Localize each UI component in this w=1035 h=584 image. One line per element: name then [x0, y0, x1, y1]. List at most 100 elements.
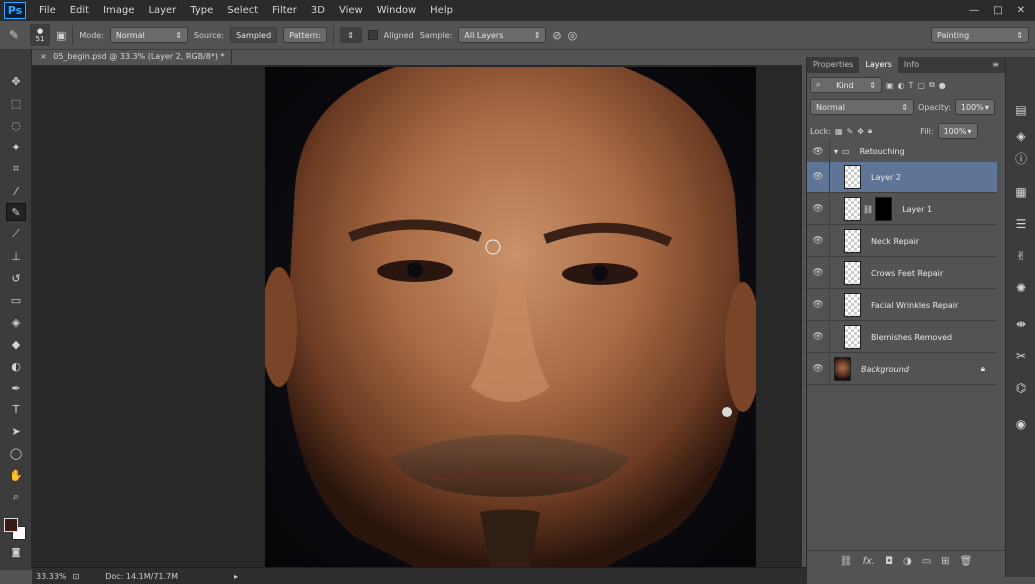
brush-tool-icon[interactable]: ⟋: [6, 225, 26, 243]
lasso-tool-icon[interactable]: ◌: [6, 116, 26, 134]
zoom-level[interactable]: 33.33%: [36, 572, 67, 581]
blur-tool-icon[interactable]: ◆: [6, 335, 26, 353]
link-icon[interactable]: ⛓: [863, 205, 873, 214]
filter-adjustment-icon[interactable]: ◐: [898, 81, 905, 90]
link-layers-icon[interactable]: ⛓: [840, 556, 853, 567]
sampled-button[interactable]: Sampled: [230, 27, 278, 43]
tab-layers[interactable]: Layers: [859, 57, 898, 73]
eye-icon[interactable]: 👁︎: [807, 300, 829, 310]
eye-icon[interactable]: 👁︎: [807, 172, 829, 182]
menu-layer[interactable]: Layer: [141, 5, 183, 16]
adjustment-layer-icon[interactable]: ◑: [903, 556, 912, 567]
quick-mask-icon[interactable]: ◙: [6, 544, 26, 562]
eye-icon[interactable]: 👁︎: [807, 332, 829, 342]
tab-info[interactable]: Info: [898, 57, 925, 73]
eyedropper-icon[interactable]: ⁄: [6, 182, 26, 200]
close-button[interactable]: ✕: [1017, 5, 1025, 16]
tab-close-icon[interactable]: ×: [40, 52, 47, 61]
adjustments-icon[interactable]: ☰: [1012, 215, 1030, 233]
layer-row-crows-feet-repair[interactable]: 👁︎ Crows Feet Repair: [807, 257, 997, 289]
menu-3d[interactable]: 3D: [304, 5, 332, 16]
new-group-icon[interactable]: ▭: [922, 556, 931, 567]
brush-presets-icon[interactable]: ✌: [1012, 247, 1030, 265]
magic-wand-icon[interactable]: ✦: [6, 138, 26, 156]
layers-dock-icon[interactable]: ◈: [1012, 127, 1030, 145]
panel-menu-icon[interactable]: ≡: [986, 57, 1005, 73]
dodge-tool-icon[interactable]: ◐: [6, 357, 26, 375]
pressure-icon[interactable]: ◎: [568, 29, 578, 42]
fx-icon[interactable]: fx.: [862, 556, 875, 567]
hand-tool-icon[interactable]: ✋: [6, 466, 26, 484]
swatches-icon[interactable]: ▦: [1012, 183, 1030, 201]
layer-row-blemishes-removed[interactable]: 👁︎ Blemishes Removed: [807, 321, 997, 353]
eye-icon[interactable]: 👁︎: [807, 147, 829, 157]
eye-icon[interactable]: 👁︎: [807, 204, 829, 214]
clone-source-icon[interactable]: ⇼: [1012, 315, 1030, 333]
clone-stamp-icon[interactable]: ⊥: [6, 247, 26, 265]
move-tool-icon[interactable]: ✥: [6, 72, 26, 90]
sample-select[interactable]: All Layers ⇕: [458, 27, 547, 43]
layer-row-layer-1[interactable]: 👁︎ ⛓ Layer 1: [807, 193, 997, 225]
brush-size-picker[interactable]: ● 51: [30, 24, 50, 46]
crop-tool-icon[interactable]: ⌗: [6, 160, 26, 178]
eye-icon[interactable]: 👁︎: [807, 364, 829, 374]
image-canvas[interactable]: [265, 67, 756, 567]
brush-settings-icon[interactable]: ▣: [56, 29, 66, 42]
pen-tool-icon[interactable]: ✒: [6, 379, 26, 397]
filter-shape-icon[interactable]: ▢: [917, 81, 925, 90]
menu-file[interactable]: File: [32, 5, 63, 16]
menu-select[interactable]: Select: [220, 5, 265, 16]
lock-position-icon[interactable]: ✥: [857, 127, 864, 136]
path-selection-icon[interactable]: ➤: [6, 422, 26, 440]
new-layer-icon[interactable]: ⊞: [941, 556, 949, 567]
history-brush-icon[interactable]: ↺: [6, 269, 26, 287]
zoom-tool-icon[interactable]: ⌕: [6, 488, 26, 506]
healing-brush-tool-icon[interactable]: ✎: [6, 203, 26, 221]
pattern-button[interactable]: Pattern:: [283, 27, 327, 43]
filter-kind-select[interactable]: ⌕ Kind ⇕: [810, 77, 882, 93]
foreground-color-swatch[interactable]: [4, 518, 18, 532]
layer-row-neck-repair[interactable]: 👁︎ Neck Repair: [807, 225, 997, 257]
maximize-button[interactable]: □: [993, 5, 1002, 16]
3d-icon[interactable]: ◉: [1012, 415, 1030, 433]
blend-mode-select[interactable]: Normal ⇕: [810, 99, 914, 115]
paint-bucket-icon[interactable]: ◈: [6, 313, 26, 331]
healing-brush-icon[interactable]: ✎: [4, 28, 24, 42]
marquee-tool-icon[interactable]: ⬚: [6, 94, 26, 112]
minimize-button[interactable]: —: [969, 5, 979, 16]
add-mask-icon[interactable]: ◘: [885, 556, 893, 567]
lock-paint-icon[interactable]: ✎: [847, 127, 854, 136]
document-tab[interactable]: × 05_begin.psd @ 33.3% (Layer 2, RGB/8*)…: [32, 50, 232, 65]
tools-preset-icon[interactable]: ✂: [1012, 347, 1030, 365]
eye-icon[interactable]: 👁︎: [807, 236, 829, 246]
disclosure-icon[interactable]: ▾: [834, 147, 838, 156]
filter-type-icon[interactable]: T: [909, 81, 914, 90]
menu-edit[interactable]: Edit: [63, 5, 96, 16]
lock-transparent-icon[interactable]: ▦: [835, 127, 843, 136]
menu-help[interactable]: Help: [423, 5, 460, 16]
layer-row-layer-2[interactable]: 👁︎ Layer 2: [807, 161, 997, 193]
ellipse-tool-icon[interactable]: ◯: [6, 444, 26, 462]
menu-view[interactable]: View: [332, 5, 370, 16]
menu-window[interactable]: Window: [370, 5, 423, 16]
fill-input[interactable]: 100% ▾: [937, 123, 978, 139]
filter-smart-icon[interactable]: ⧉: [929, 80, 935, 90]
type-tool-icon[interactable]: T: [6, 400, 26, 418]
menu-type[interactable]: Type: [183, 5, 220, 16]
paths-icon[interactable]: ⌬: [1012, 379, 1030, 397]
opacity-input[interactable]: 100% ▾: [954, 99, 995, 115]
layer-row-background[interactable]: 👁︎ Background 🔒︎: [807, 353, 997, 385]
tab-properties[interactable]: Properties: [807, 57, 859, 73]
layer-mask-thumbnail[interactable]: [875, 197, 893, 221]
mode-select[interactable]: Normal ⇕: [109, 27, 188, 43]
filter-pixel-icon[interactable]: ▣: [886, 81, 894, 90]
info-icon[interactable]: ⓘ: [1012, 149, 1030, 167]
eraser-icon[interactable]: ▭: [6, 291, 26, 309]
trash-icon[interactable]: 🗑︎: [960, 556, 973, 567]
status-view-icon[interactable]: ⊡: [73, 572, 80, 581]
layer-row-facial-wrinkles-repair[interactable]: 👁︎ Facial Wrinkles Repair: [807, 289, 997, 321]
menu-filter[interactable]: Filter: [265, 5, 304, 16]
lock-all-icon[interactable]: 🔒︎: [868, 126, 872, 136]
pattern-picker[interactable]: ⇕: [339, 27, 362, 43]
ignore-adjustment-icon[interactable]: ⊘: [552, 29, 561, 42]
